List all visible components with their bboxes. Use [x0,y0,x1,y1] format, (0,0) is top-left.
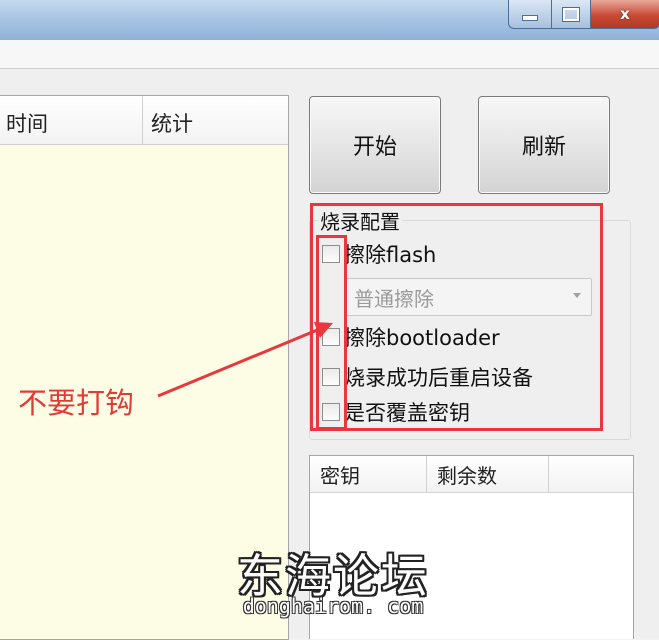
column-header-empty [548,456,633,492]
annotation-text: 不要打钩 [18,386,135,420]
column-header-remaining[interactable]: 剩余数 [426,456,551,492]
column-header-key[interactable]: 密钥 [320,456,430,492]
key-table-header: 密钥 剩余数 [310,456,633,493]
app-window: x 时间 统计 开始 刷新 烧录配置 擦除flash 普通擦除 擦除bootlo… [0,0,659,640]
watermark-url: donghairom. com [242,594,424,618]
